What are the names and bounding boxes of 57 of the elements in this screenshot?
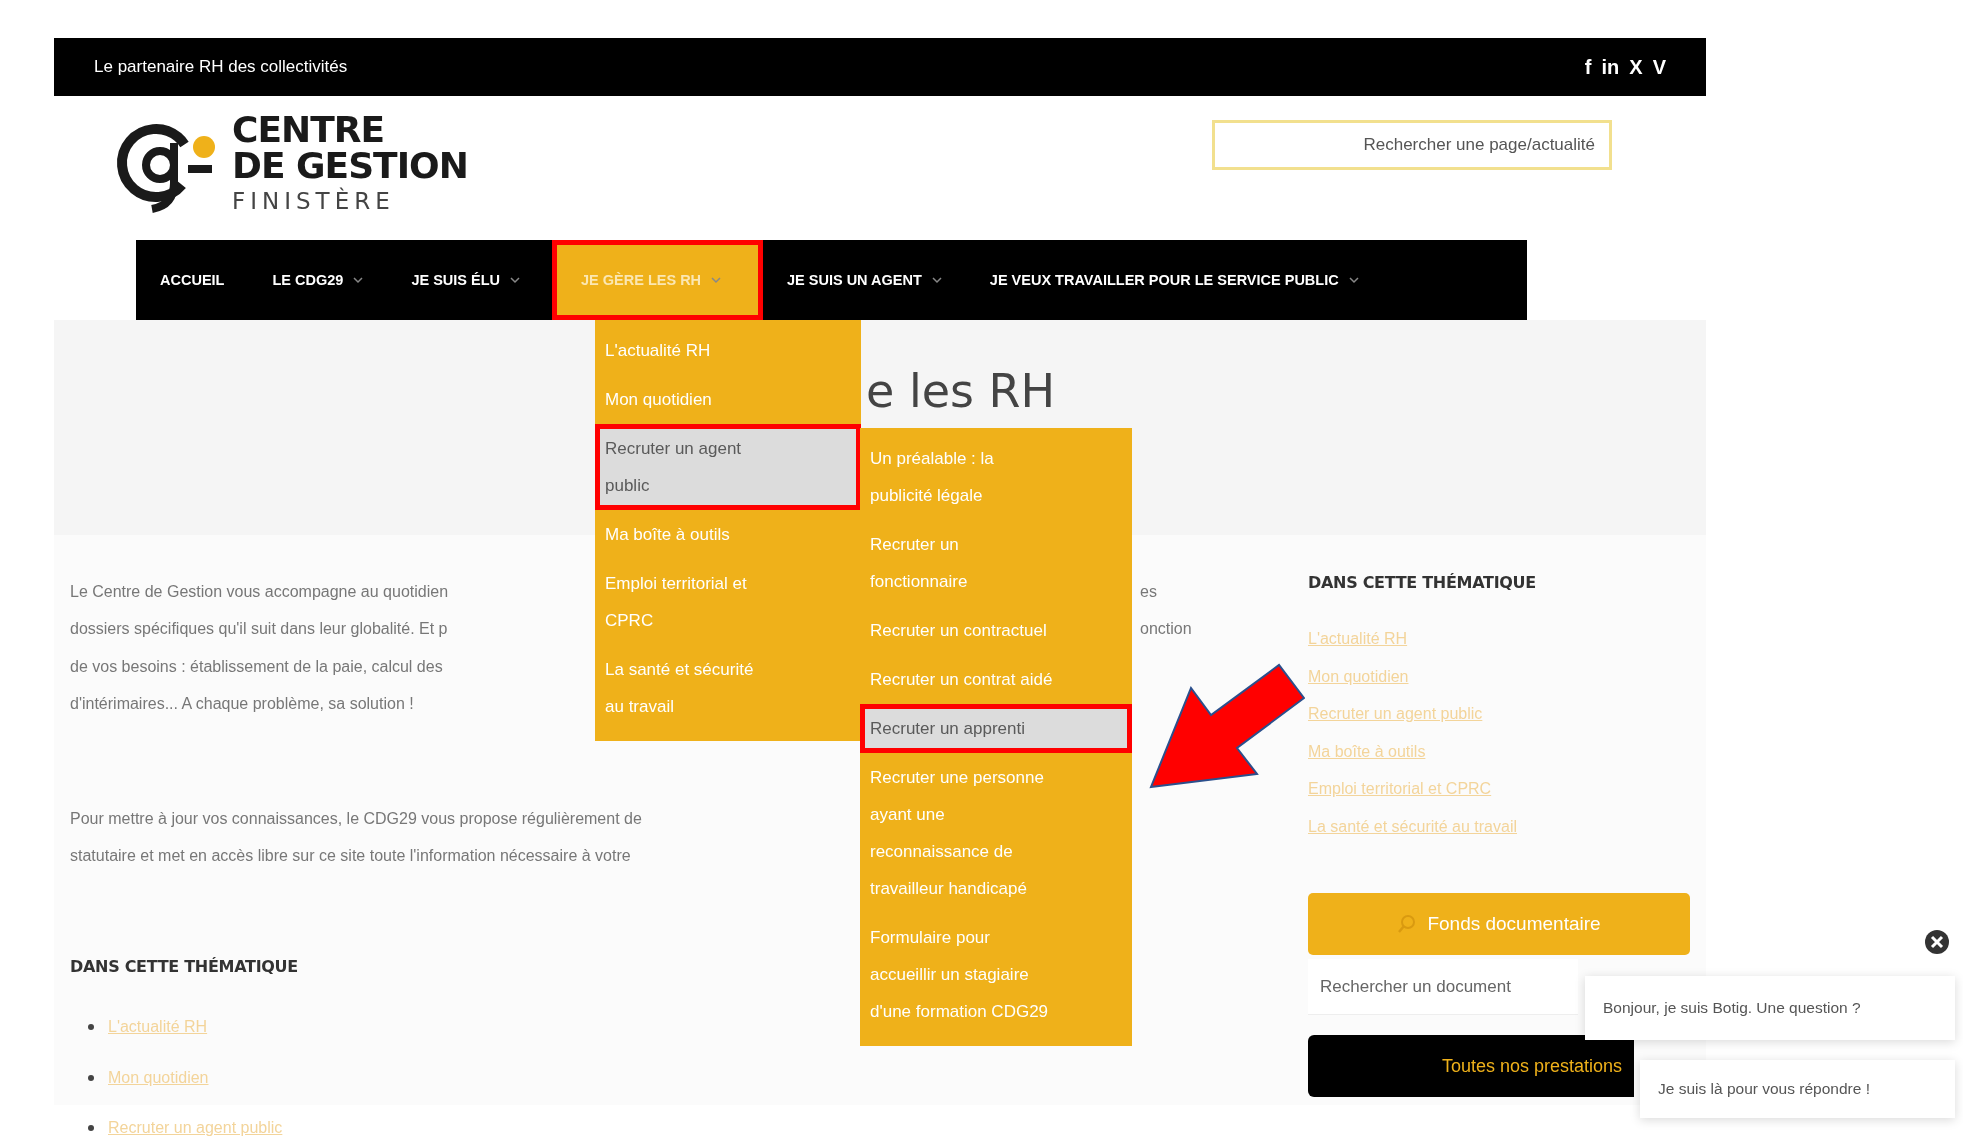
search-icon bbox=[1397, 914, 1418, 934]
social-link[interactable]: in bbox=[1601, 55, 1620, 79]
menu-item[interactable]: Mon quotidien bbox=[595, 375, 861, 424]
menu-item[interactable]: Recruter un contractuel bbox=[860, 606, 1132, 655]
paragraph-text: onction bbox=[1140, 620, 1192, 639]
nav-item[interactable]: ACCUEIL bbox=[136, 240, 249, 320]
logo-text: CENTRE bbox=[232, 112, 385, 148]
menu-item[interactable]: Emploi territorial et CPRC bbox=[595, 559, 861, 645]
paragraph-text: d'intérimaires... A chaque problème, sa solution ! bbox=[70, 695, 414, 714]
nav-item[interactable]: JE SUIS UN AGENT bbox=[763, 240, 966, 320]
theme-link[interactable]: Mon quotidien bbox=[108, 1068, 209, 1087]
menu-item[interactable]: Recruter un agent public bbox=[595, 424, 861, 510]
theme-link[interactable]: Mon quotidien bbox=[1308, 657, 1409, 695]
theme-link[interactable]: Emploi territorial et CPRC bbox=[1308, 770, 1492, 808]
documents-button[interactable]: Fonds documentaire bbox=[1308, 893, 1690, 955]
menu-item[interactable]: Un préalable : la publicité légale bbox=[860, 434, 1132, 520]
search-field[interactable]: Rechercher une page/actualité bbox=[1212, 120, 1612, 170]
chat-bubble: Bonjour, je suis Botig. Une question ? bbox=[1585, 976, 1955, 1040]
paragraph-text: statutaire et met en accès libre sur ce site toute l'information nécessaire à votre bbox=[70, 847, 631, 866]
nav-item[interactable]: JE SUIS ÉLU bbox=[387, 240, 544, 320]
menu-item[interactable]: L'actualité RH bbox=[595, 326, 861, 375]
document-search-field[interactable]: Rechercher un document bbox=[1308, 959, 1578, 1015]
menu-item[interactable]: Recruter une personne ayant une reconnaissance de travailleur handicapé bbox=[860, 753, 1132, 913]
logo-text: DE GESTION bbox=[232, 148, 468, 184]
theme-link[interactable]: La santé et sécurité au travail bbox=[1308, 807, 1517, 845]
tagline: Le partenaire RH des collectivités bbox=[94, 57, 348, 77]
services-button[interactable]: Toutes nos prestations bbox=[1308, 1035, 1634, 1097]
bullet-icon bbox=[88, 1074, 94, 1081]
social-link[interactable]: X bbox=[1629, 55, 1643, 79]
nav-item[interactable]: JE VEUX TRAVAILLER POUR LE SERVICE PUBLIC bbox=[965, 240, 1383, 320]
bullet-icon bbox=[88, 1125, 94, 1132]
paragraph-text: de vos besoins : établissement de la paie, calcul des bbox=[70, 657, 443, 676]
theme-link[interactable]: Recruter un agent public bbox=[108, 1119, 283, 1138]
social-link[interactable]: V bbox=[1652, 55, 1666, 79]
chat-bubble: Je suis là pour vous répondre ! bbox=[1640, 1060, 1955, 1118]
menu-item[interactable]: Recruter un contrat aidé bbox=[860, 655, 1132, 704]
nav-item[interactable]: JE GÈRE LES RH bbox=[552, 240, 763, 320]
nav-item[interactable]: LE CDG29 bbox=[248, 240, 388, 320]
paragraph-text: Pour mettre à jour vos connaissances, le CDG29 vous propose régulièrement de bbox=[70, 809, 642, 828]
page-title: e les RH bbox=[866, 364, 1057, 418]
menu-item[interactable]: La santé et sécurité au travail bbox=[595, 645, 861, 731]
menu-item[interactable]: Ma boîte à outils bbox=[595, 510, 861, 559]
social-link[interactable]: f bbox=[1584, 55, 1592, 79]
theme-link[interactable]: L'actualité RH bbox=[108, 1018, 208, 1037]
theme-link[interactable]: Recruter un agent public bbox=[1308, 695, 1483, 733]
menu-item[interactable]: Recruter un fonctionnaire bbox=[860, 520, 1132, 606]
menu-item[interactable]: Recruter un apprenti bbox=[860, 704, 1132, 753]
menu-item[interactable]: Formulaire pour accueillir un stagiaire d'une formation CDG29 bbox=[860, 913, 1132, 1036]
close-icon[interactable] bbox=[1924, 929, 1950, 955]
bullet-icon bbox=[88, 1024, 94, 1031]
paragraph-text: Le Centre de Gestion vous accompagne au quotidien bbox=[70, 582, 449, 601]
paragraph-text: dossiers spécifiques qu'il suit dans leur globalité. Et p bbox=[70, 620, 448, 639]
section-heading: DANS CETTE THÉMATIQUE bbox=[1308, 573, 1536, 592]
section-heading: DANS CETTE THÉMATIQUE bbox=[70, 957, 298, 976]
theme-link[interactable]: L'actualité RH bbox=[1308, 620, 1408, 658]
paragraph-text: es bbox=[1140, 582, 1157, 601]
theme-link[interactable]: Ma boîte à outils bbox=[1308, 732, 1426, 770]
